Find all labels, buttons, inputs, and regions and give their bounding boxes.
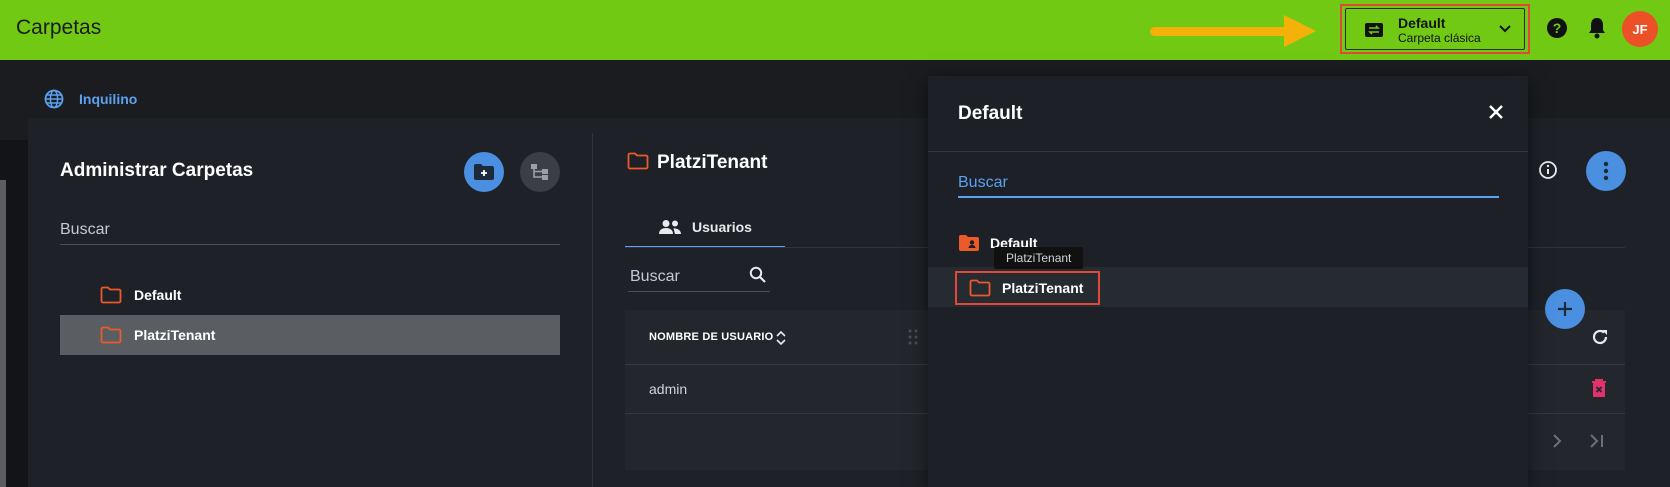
manage-folders-title: Administrar Carpetas xyxy=(60,160,254,181)
new-folder-button[interactable] xyxy=(464,152,504,192)
folder-plus-icon xyxy=(474,164,494,180)
more-options-button[interactable] xyxy=(1586,151,1626,191)
tree-structure-icon xyxy=(531,164,548,180)
folder-icon xyxy=(627,152,649,170)
tab-users-label: Usuarios xyxy=(692,219,752,235)
dropdown-item-platzitenant[interactable]: PlatziTenant xyxy=(955,271,1100,305)
dropdown-title: Default xyxy=(958,103,1023,124)
folder-icon xyxy=(100,326,122,344)
delete-user-icon[interactable] xyxy=(1590,378,1608,398)
add-user-button[interactable] xyxy=(1545,289,1585,329)
folder-icon xyxy=(100,286,122,304)
folder-switcher-button[interactable]: Default Carpeta clásica xyxy=(1345,8,1525,50)
next-page-icon[interactable] xyxy=(1550,432,1564,450)
table-cell-username: admin xyxy=(649,381,688,397)
users-search-input[interactable] xyxy=(630,265,740,289)
folder-icon xyxy=(969,279,991,297)
users-icon xyxy=(658,219,682,235)
notifications-bell-icon[interactable] xyxy=(1586,16,1608,40)
column-drag-handle-icon[interactable] xyxy=(908,329,918,345)
tree-item-platzitenant[interactable]: PlatziTenant xyxy=(60,315,560,355)
annotation-arrow-head xyxy=(1284,15,1316,47)
tooltip: PlatziTenant xyxy=(994,247,1084,269)
selected-folder-title: PlatziTenant xyxy=(657,152,768,173)
left-edge-bar xyxy=(0,180,6,487)
tab-users[interactable]: Usuarios xyxy=(625,208,785,248)
info-icon[interactable] xyxy=(1538,160,1558,180)
dropdown-search-input[interactable] xyxy=(958,170,1498,196)
column-header-username[interactable]: NOMBRE DE USUARIO xyxy=(649,331,773,343)
kebab-menu-icon xyxy=(1603,161,1609,181)
refresh-icon[interactable] xyxy=(1590,327,1610,347)
close-icon[interactable] xyxy=(1488,104,1504,120)
panel-divider xyxy=(592,133,593,487)
breadcrumb-tenant[interactable]: Inquilino xyxy=(79,91,137,107)
app-title: Carpetas xyxy=(16,16,102,39)
svg-text:?: ? xyxy=(1553,20,1562,36)
help-icon[interactable]: ? xyxy=(1545,16,1569,40)
annotation-arrow-shaft xyxy=(1150,27,1300,36)
plus-icon xyxy=(1558,302,1572,316)
folder-switcher-subtitle: Carpeta clásica xyxy=(1398,31,1481,45)
folders-search-input[interactable] xyxy=(60,216,560,245)
tree-item-default[interactable]: Default xyxy=(60,275,560,315)
tree-item-label: PlatziTenant xyxy=(134,327,216,343)
dropdown-item-label: PlatziTenant xyxy=(1002,280,1084,296)
sort-icon[interactable] xyxy=(776,331,786,345)
user-avatar[interactable]: JF xyxy=(1622,11,1658,47)
tree-item-label: Default xyxy=(134,287,182,303)
dropdown-search-underline xyxy=(958,196,1499,198)
folder-switcher-title: Default xyxy=(1398,15,1446,31)
tree-view-button[interactable] xyxy=(520,152,560,192)
chevron-down-icon xyxy=(1498,22,1512,36)
swap-folder-icon xyxy=(1364,21,1384,39)
globe-icon xyxy=(44,89,64,109)
dropdown-header-divider xyxy=(928,151,1528,152)
users-search-underline xyxy=(628,291,770,292)
user-folder-icon xyxy=(958,234,980,252)
search-icon[interactable] xyxy=(749,266,767,284)
last-page-icon[interactable] xyxy=(1588,432,1606,450)
